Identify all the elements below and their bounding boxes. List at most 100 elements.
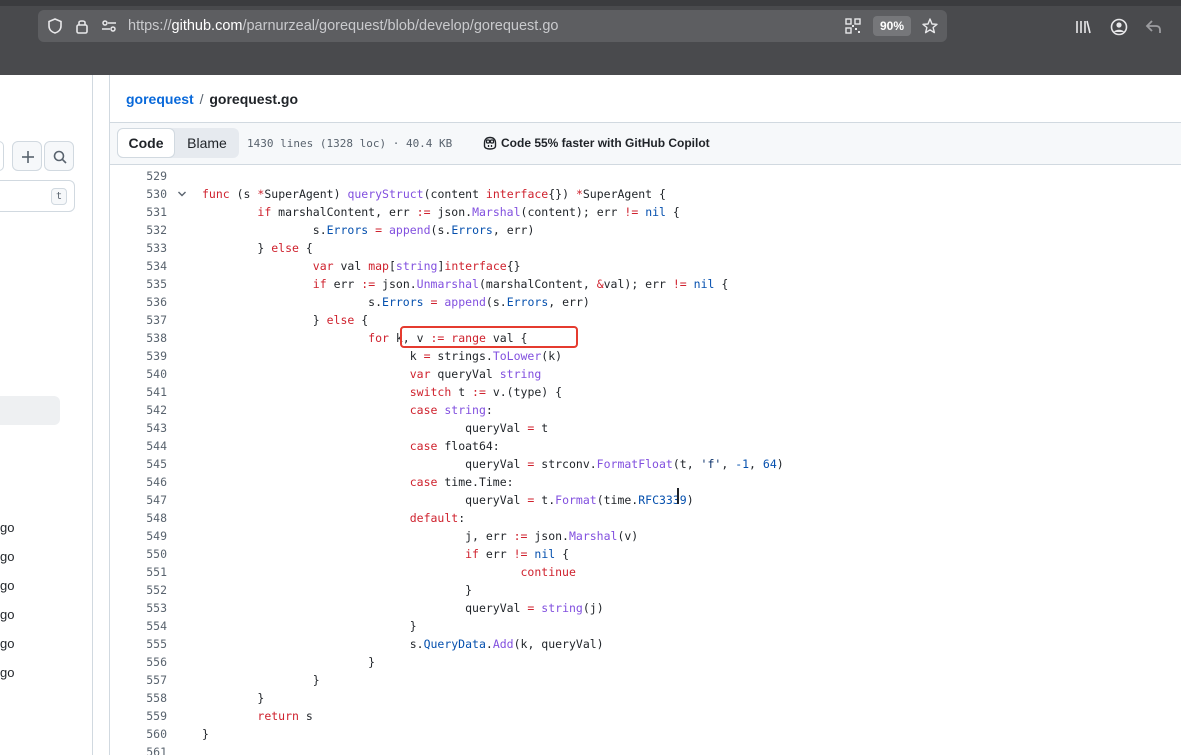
line-number[interactable]: 531 — [110, 203, 167, 221]
copilot-promo-text: Code 55% faster with GitHub Copilot — [501, 136, 710, 150]
code-line: 548 default: — [110, 509, 1181, 527]
qr-code-icon[interactable] — [844, 17, 862, 35]
tree-file-item[interactable]: go — [0, 665, 14, 680]
breadcrumb-separator: / — [199, 91, 204, 107]
tree-file-item[interactable]: go — [0, 607, 14, 622]
shortcut-key: t — [51, 188, 67, 205]
tab-strip-edge — [0, 0, 1181, 6]
selected-tree-item[interactable] — [0, 396, 60, 425]
address-bar[interactable]: https://github.com/parnurzeal/gorequest/… — [38, 10, 947, 42]
line-number[interactable]: 555 — [110, 635, 167, 653]
line-number[interactable]: 545 — [110, 455, 167, 473]
library-icon[interactable] — [1073, 17, 1093, 37]
file-header: gorequest / gorequest.go — [109, 75, 1181, 123]
code-text: queryVal = t.Format(time.RFC3339) — [202, 493, 694, 507]
line-number[interactable]: 534 — [110, 257, 167, 275]
tab-blame[interactable]: Blame — [175, 128, 239, 158]
line-number[interactable]: 553 — [110, 599, 167, 617]
tab-code[interactable]: Code — [117, 128, 175, 158]
line-number[interactable]: 557 — [110, 671, 167, 689]
line-number[interactable]: 541 — [110, 383, 167, 401]
code-text: var val map[string]interface{} — [312, 259, 521, 273]
tree-file-item[interactable]: go — [0, 520, 14, 535]
code-text: } — [202, 583, 473, 597]
breadcrumb: gorequest / gorequest.go — [126, 91, 298, 107]
line-number[interactable]: 539 — [110, 347, 167, 365]
star-icon[interactable] — [921, 17, 939, 35]
line-number[interactable]: 542 — [110, 401, 167, 419]
code-line: 554 } — [110, 617, 1181, 635]
code-view: 529 530 func (s *SuperAgent) queryStruct(c… — [109, 165, 1181, 755]
line-number[interactable]: 550 — [110, 545, 167, 563]
code-text: } — [202, 673, 320, 687]
copilot-icon — [483, 136, 497, 150]
code-text: if err := json.Unmarshal(marshalContent,… — [312, 277, 729, 291]
line-number[interactable]: 544 — [110, 437, 167, 455]
code-text: queryVal = strconv.FormatFloat(t, 'f', -… — [202, 457, 784, 471]
code-text: case time.Time: — [409, 475, 514, 489]
code-text: queryVal = string(j) — [202, 601, 604, 615]
tree-file-item[interactable]: go — [0, 578, 14, 593]
code-text: queryVal = t — [202, 421, 549, 435]
permissions-icon[interactable] — [100, 17, 118, 35]
line-number[interactable]: 546 — [110, 473, 167, 491]
line-number[interactable]: 554 — [110, 617, 167, 635]
code-line: 530 func (s *SuperAgent) queryStruct(cont… — [110, 185, 1181, 203]
account-icon[interactable] — [1109, 17, 1129, 37]
url-host: github.com — [171, 18, 243, 34]
browser-toolbar: https://github.com/parnurzeal/gorequest/… — [0, 0, 1181, 75]
line-number[interactable]: 537 — [110, 311, 167, 329]
code-line: 529 — [110, 167, 1181, 185]
breadcrumb-repo-link[interactable]: gorequest — [126, 91, 194, 107]
line-number[interactable]: 559 — [110, 707, 167, 725]
code-line: 549 j, err := json.Marshal(v) — [110, 527, 1181, 545]
file-info: 1430 lines (1328 loc) · 40.4 KB — [247, 137, 453, 150]
text-cursor — [677, 488, 679, 504]
shield-icon[interactable] — [46, 17, 64, 35]
line-number[interactable]: 533 — [110, 239, 167, 257]
url-text[interactable]: https://github.com/parnurzeal/gorequest/… — [128, 18, 558, 34]
code-text: j, err := json.Marshal(v) — [202, 529, 639, 543]
line-number[interactable]: 529 — [110, 167, 167, 185]
line-number[interactable]: 535 — [110, 275, 167, 293]
line-number[interactable]: 532 — [110, 221, 167, 239]
back-icon[interactable] — [1144, 17, 1164, 37]
breadcrumb-file: gorequest.go — [209, 91, 299, 107]
line-number[interactable]: 560 — [110, 725, 167, 743]
code-line: 540 var queryVal string — [110, 365, 1181, 383]
url-prefix: https:// — [128, 18, 172, 34]
tree-file-item[interactable]: go — [0, 549, 14, 564]
code-line: 543 queryVal = t — [110, 419, 1181, 437]
line-number[interactable]: 551 — [110, 563, 167, 581]
line-number[interactable]: 543 — [110, 419, 167, 437]
line-number[interactable]: 548 — [110, 509, 167, 527]
line-number[interactable]: 558 — [110, 689, 167, 707]
line-number[interactable]: 547 — [110, 491, 167, 509]
code-line: 539 k = strings.ToLower(k) — [110, 347, 1181, 365]
code-line: 531 if marshalContent, err := json.Marsh… — [110, 203, 1181, 221]
search-code-button[interactable] — [44, 141, 74, 171]
code-line: 544 case float64: — [110, 437, 1181, 455]
line-number[interactable]: 538 — [110, 329, 167, 347]
code-line: 557 } — [110, 671, 1181, 689]
line-number[interactable]: 530 — [110, 185, 167, 203]
lock-icon[interactable] — [73, 17, 91, 35]
line-number[interactable]: 556 — [110, 653, 167, 671]
line-number[interactable]: 561 — [110, 743, 167, 755]
code-text: if marshalContent, err := json.Marshal(c… — [257, 205, 680, 219]
line-number[interactable]: 540 — [110, 365, 167, 383]
code-line: 545 queryVal = strconv.FormatFloat(t, 'f… — [110, 455, 1181, 473]
line-number[interactable]: 549 — [110, 527, 167, 545]
zoom-level-badge[interactable]: 90% — [873, 16, 911, 36]
add-file-button[interactable] — [12, 141, 42, 171]
code-line: 550 if err != nil { — [110, 545, 1181, 563]
code-text: func (s *SuperAgent) queryStruct(content… — [202, 187, 666, 201]
code-line: 558 } — [110, 689, 1181, 707]
line-number[interactable]: 536 — [110, 293, 167, 311]
branch-selector-button[interactable] — [0, 141, 4, 171]
code-line: 547 queryVal = t.Format(time.RFC3339) — [110, 491, 1181, 509]
tree-file-item[interactable]: go — [0, 636, 14, 651]
code-text: default: — [409, 511, 466, 525]
code-text: var queryVal string — [409, 367, 542, 381]
line-number[interactable]: 552 — [110, 581, 167, 599]
